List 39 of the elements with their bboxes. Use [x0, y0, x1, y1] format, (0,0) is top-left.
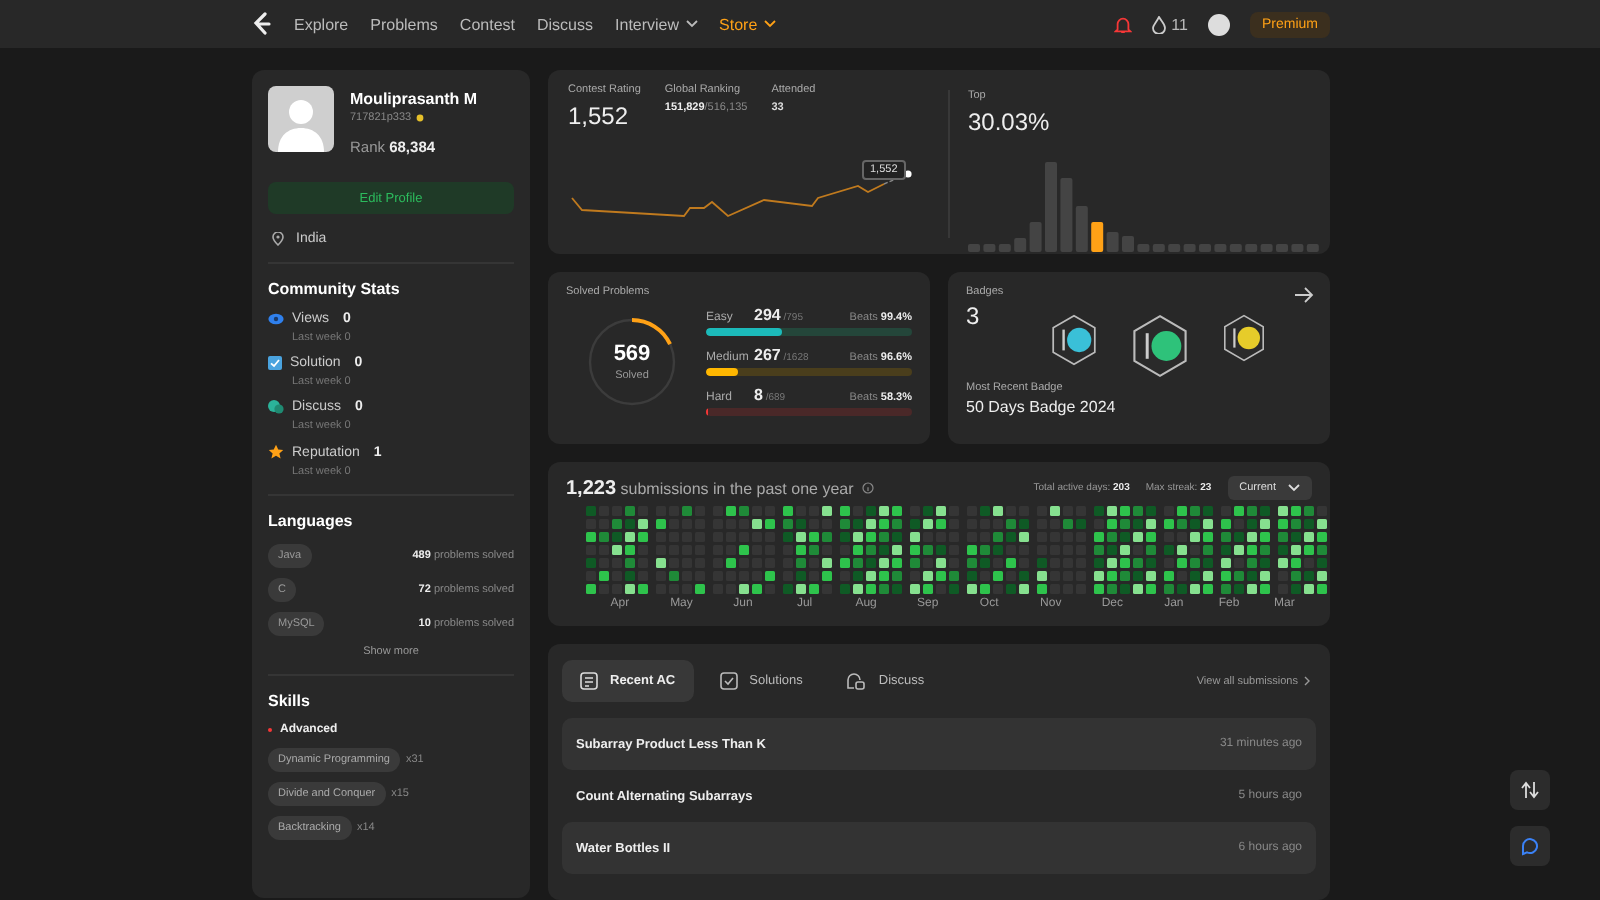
location-icon [272, 232, 284, 246]
nav-link[interactable]: Interview [615, 15, 698, 33]
badge-count: 3 [966, 302, 980, 330]
recent-badge-name: 50 Days Badge 2024 [966, 398, 1118, 416]
list-icon [580, 672, 598, 690]
avatar-placeholder [268, 86, 334, 152]
nav-link[interactable]: Explore [294, 15, 349, 33]
section-title: Languages [268, 512, 355, 530]
chevron-right-icon [1304, 676, 1310, 686]
nav-link[interactable]: Problems [370, 15, 438, 33]
progress-ring [588, 317, 676, 405]
submission-summary: 1,223 submissions in the past one year [566, 477, 854, 499]
nav-link[interactable]: Contest [459, 15, 515, 33]
star-icon [268, 444, 284, 460]
top-percentage: 30.03% [968, 108, 1052, 136]
caret-icon [685, 20, 698, 28]
feedback-icon[interactable] [1510, 826, 1550, 866]
nav-link[interactable]: Discuss [537, 15, 594, 33]
notification-bell-icon[interactable] [1113, 15, 1132, 33]
streak-count: 11 [1171, 15, 1188, 33]
swap-arrows-icon[interactable] [1510, 770, 1550, 810]
arrow-right-icon[interactable] [1294, 286, 1314, 304]
chat-bubbles-icon [268, 400, 284, 414]
caret-icon [763, 20, 776, 28]
badge-icon[interactable] [1127, 314, 1191, 378]
caret-icon [1288, 484, 1300, 492]
checkbox-icon [268, 356, 282, 370]
info-icon [861, 482, 874, 494]
chat-bubble-icon [846, 672, 867, 690]
nav-link[interactable]: Store [719, 15, 776, 33]
user-name: Mouliprasanth M [350, 90, 478, 108]
badge-icon [415, 114, 424, 122]
eye-icon [268, 312, 284, 326]
section-title: Skills [268, 692, 312, 710]
section-title: Community Stats [268, 280, 402, 298]
avatar[interactable] [1207, 13, 1230, 35]
checkbox-icon [719, 672, 738, 690]
contest-rating: 1,552 [568, 102, 631, 130]
solved-total: 569 [613, 341, 651, 365]
